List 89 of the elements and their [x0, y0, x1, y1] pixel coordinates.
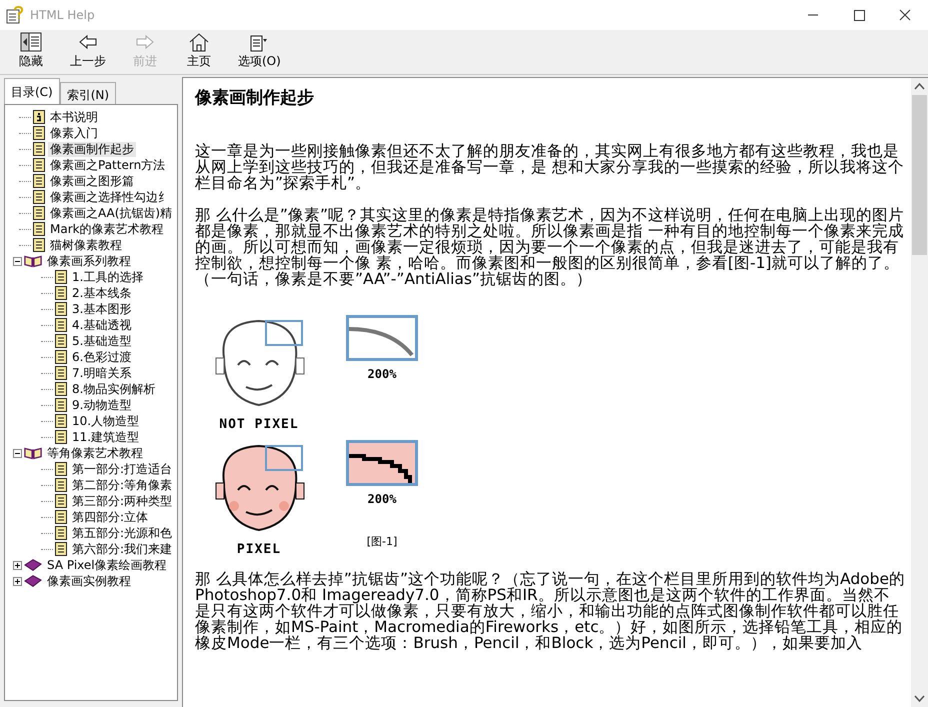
tree-item[interactable]: 第二部分:等角像素 — [70, 478, 174, 492]
page-icon — [55, 350, 67, 364]
tree-item[interactable]: 像素画之选择性勾边纟 — [48, 190, 172, 204]
article-title: 像素画制作起步 — [195, 87, 315, 109]
page-icon — [55, 430, 67, 444]
info-page-icon — [33, 110, 45, 124]
tree-item[interactable]: 6.色彩过渡 — [70, 350, 134, 364]
page-icon — [55, 302, 67, 316]
paragraph: 那 么具体怎么样去掉”抗锯齿”这个功能呢？（忘了说一句，在这个栏目里所用到的软件均为Adobe的Photoshop7.0和 Imageready7.0，简称PS和IR。所以示意图也是这两个软件的工作界面。当然不是只有这两个软件才可以做像素，只要有放大，缩小，和输出功能的点阵式图像制作软件都可以胜任像素制作，如MS-Paint，Macromedia的Fireworks，etc。）好，如图所示，选择铅笔工具，相应的橡皮Mode一栏，有三个选项：Brush，Pencil，和Block，选为Pencil，即可。），如果要加入 — [195, 571, 905, 651]
page-icon — [55, 366, 67, 380]
tab[interactable]: 目录(C) — [4, 78, 60, 105]
page-icon — [33, 222, 45, 236]
home-icon — [188, 32, 210, 52]
figure-label: NOT PIXEL — [219, 417, 299, 432]
tree-item[interactable]: 第三部分:两种类型 — [70, 494, 174, 508]
collapse-icon[interactable] — [13, 448, 22, 458]
left-arrow-icon — [77, 32, 99, 52]
page-icon — [55, 510, 67, 524]
tree-item[interactable]: 第六部分:我们来建 — [70, 542, 174, 556]
tree-item[interactable]: 4.基础透视 — [70, 318, 134, 332]
tree-item[interactable]: 2.基本线条 — [70, 286, 134, 300]
page-icon — [55, 526, 67, 540]
hide-pane-icon — [20, 32, 42, 52]
tree-item[interactable]: 猫树像素教程 — [48, 238, 124, 252]
tab[interactable]: 索引(N) — [60, 82, 116, 105]
page-icon — [33, 206, 45, 220]
expand-icon[interactable] — [13, 576, 22, 586]
paragraph: 这一章是为一些刚接触像素但还不太了解的朋友准备的，其实网上有很多地方都有这些教程，我也是从网上学到这些技巧的，但我还是准备写一章，是 想和大家分享我的一些摸索的经验，所以我将这个栏目命名为”探索手札”。 — [195, 143, 905, 191]
tree-item[interactable]: 9.动物造型 — [70, 398, 134, 412]
figure-label: PIXEL — [236, 542, 282, 557]
tree-item[interactable]: 第五部分:光源和色 — [70, 526, 174, 540]
pixel-edge-zoom-drawing — [346, 440, 418, 486]
open-book-icon — [24, 254, 42, 268]
paragraph: 那 么什么是”像素”呢？其实这里的像素是特指像素艺术，因为不这样说明，任何在电脑上出现的图片都是像素，那就显不出像素艺术的特别之处啦。所以像素画是指 一种有目的地控制每一个像素来完成的画。所以可想而知，画像素一定很烦琐，因为要一个一个像素的点，但我是迷进去了，可能是我有控制欲，想控制每一个像 素，哈哈。而像素图和一般图的区别很简单，参看[图-1]就可以了解的了。（一句话，像素是不要”AA”-”AntiAlias”抗锯齿的图。） — [195, 207, 905, 287]
figure-caption: [图-1] — [366, 534, 398, 549]
tree-item[interactable]: 像素画实例教程 — [45, 574, 133, 588]
tree-item[interactable]: Mark的像素艺术教程 — [48, 222, 166, 236]
zoom-label: 200% — [368, 492, 396, 506]
tree-item[interactable]: 像素画之AA(抗锯齿)精 — [48, 206, 174, 220]
page-icon — [33, 190, 45, 204]
right-arrow-icon — [134, 32, 156, 52]
tree-item[interactable]: 7.明暗关系 — [70, 366, 134, 380]
home-button[interactable]: 主页 — [176, 32, 222, 70]
scrollbar[interactable] — [911, 78, 928, 707]
page-icon — [33, 126, 45, 140]
tree-item[interactable]: 11.建筑造型 — [70, 430, 142, 444]
page-icon — [55, 382, 67, 396]
options-button[interactable]: 选项(O) — [230, 32, 289, 70]
hide-button[interactable]: 隐藏 — [8, 32, 54, 70]
page-icon — [55, 462, 67, 476]
tree-item[interactable]: 像素画之图形篇 — [48, 174, 136, 188]
tree-item[interactable]: 等角像素艺术教程 — [45, 446, 145, 460]
tree-item[interactable]: 8.物品实例解析 — [70, 382, 158, 396]
page-icon — [55, 318, 67, 332]
tree-item[interactable]: 像素画之Pattern方法 — [48, 158, 168, 172]
page-icon — [33, 174, 45, 188]
tree-item[interactable]: 本书说明 — [48, 110, 100, 124]
book-icon — [24, 574, 42, 588]
tree-item[interactable]: 第一部分:打造适台 — [70, 462, 174, 476]
page-icon — [55, 414, 67, 428]
page-icon — [33, 238, 45, 252]
tree-item[interactable]: 5.基础造型 — [70, 334, 134, 348]
page-icon — [55, 398, 67, 412]
tree-item[interactable]: 10.人物造型 — [70, 414, 142, 428]
page-icon — [55, 494, 67, 508]
tree-item[interactable]: 像素入门 — [48, 126, 100, 140]
page-icon — [55, 478, 67, 492]
page-icon — [55, 542, 67, 556]
tree-item[interactable]: 像素画制作起步 — [48, 142, 136, 156]
scroll-thumb[interactable] — [912, 95, 927, 255]
window-title: HTML Help — [30, 8, 96, 22]
smooth-edge-zoom-drawing — [346, 315, 418, 361]
help-file-icon — [6, 6, 24, 24]
expand-icon[interactable] — [13, 560, 22, 570]
back-button[interactable]: 上一步 — [62, 32, 114, 70]
page-icon — [33, 142, 45, 156]
book-icon — [24, 558, 42, 572]
tree-item[interactable]: 第四部分:立体 — [70, 510, 150, 524]
page-icon — [55, 270, 67, 284]
zoom-label: 200% — [368, 367, 396, 381]
page-icon — [55, 334, 67, 348]
tree-item[interactable]: 像素画系列教程 — [45, 254, 133, 268]
open-book-icon — [24, 446, 42, 460]
tree-item[interactable]: 3.基本图形 — [70, 302, 134, 316]
page-icon — [55, 286, 67, 300]
page-icon — [33, 158, 45, 172]
tree-item[interactable]: 1.工具的选择 — [70, 270, 146, 284]
tree-item[interactable]: SA Pixel像素绘画教程 — [45, 558, 169, 572]
collapse-icon[interactable] — [13, 256, 22, 266]
